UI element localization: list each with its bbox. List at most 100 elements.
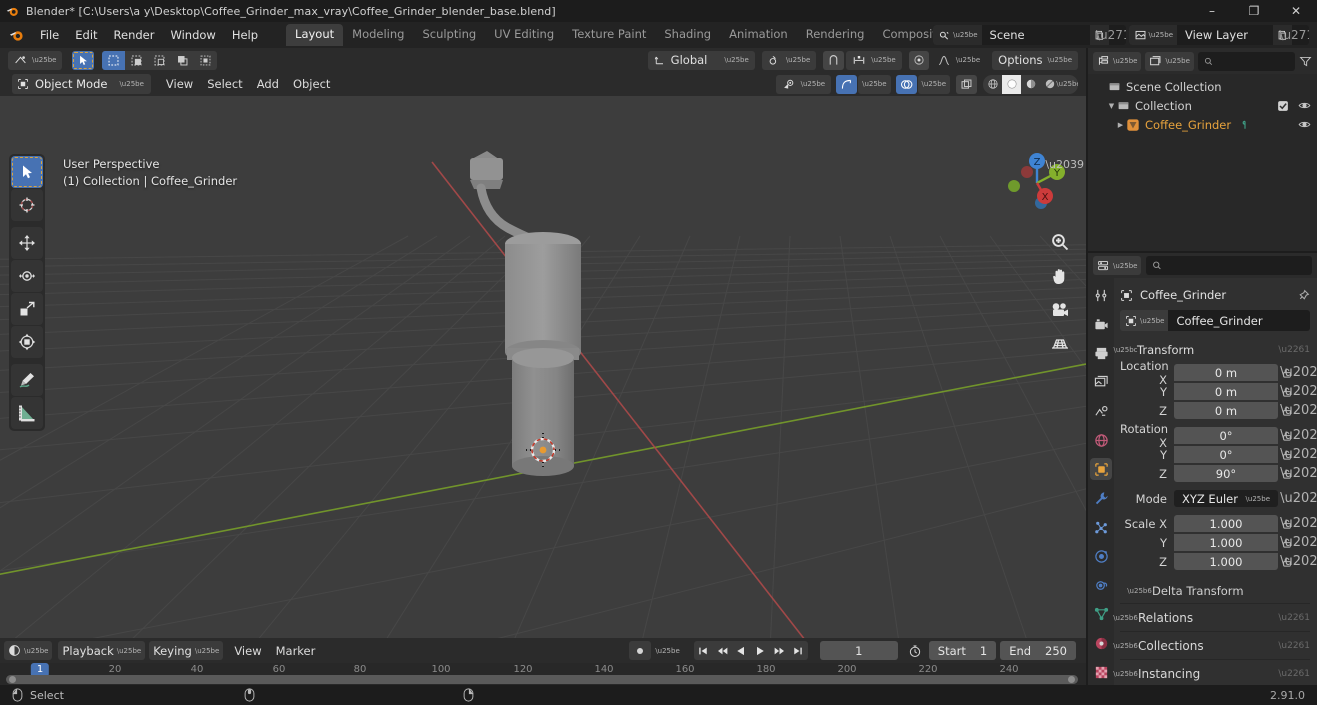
- scale-y-row[interactable]: Y 1.000 \u2022: [1120, 533, 1317, 552]
- properties-editor-type-selector[interactable]: \u25be: [1093, 256, 1142, 275]
- pin-icon[interactable]: [1297, 289, 1310, 302]
- tab-sculpting[interactable]: Sculpting: [413, 24, 485, 47]
- editor-type-selector[interactable]: \u25be: [8, 50, 63, 70]
- outliner-row-coffee-grinder[interactable]: ▶ Coffee_Grinder: [1088, 115, 1317, 134]
- tab-layout[interactable]: Layout: [286, 23, 344, 47]
- animate-property-dot[interactable]: \u2022: [1280, 536, 1317, 549]
- animate-property-dot[interactable]: \u2022: [1280, 404, 1317, 417]
- outliner-display-mode-selector[interactable]: \u25be: [1145, 51, 1194, 71]
- location-x-row[interactable]: Location X 0 m \u2022: [1120, 359, 1317, 387]
- rotate-tool-icon[interactable]: [11, 260, 43, 292]
- modifier-wrench-icon[interactable]: [1090, 487, 1112, 509]
- material-icon[interactable]: [1090, 632, 1112, 654]
- world-icon[interactable]: [1090, 429, 1112, 451]
- maximize-button[interactable]: ❐: [1233, 0, 1275, 22]
- render-icon[interactable]: [1090, 313, 1112, 335]
- relations-panel-header[interactable]: \u25b6 Relations \u2261: [1113, 606, 1310, 629]
- properties-search-box[interactable]: [1146, 256, 1312, 275]
- select-intersect-icon[interactable]: [194, 51, 217, 70]
- snap-to-selector[interactable]: \u25be: [846, 50, 902, 70]
- overlay-options-selector[interactable]: \u25be: [917, 74, 950, 94]
- gizmo-options-selector[interactable]: \u25be: [858, 74, 891, 94]
- outliner-editor-type-selector[interactable]: \u25be: [1093, 51, 1142, 71]
- scale-x-row[interactable]: Scale X 1.000 \u2022: [1120, 514, 1317, 533]
- viewport-menu-add[interactable]: Add: [250, 74, 286, 94]
- gizmo-toggle-button[interactable]: [836, 74, 858, 94]
- view-layer-icon[interactable]: [1090, 371, 1112, 393]
- transform-tool-icon[interactable]: [11, 326, 43, 358]
- view-layer-selector[interactable]: \u25be View Layer \u2715: [1128, 25, 1309, 45]
- blender-logo-icon[interactable]: [9, 28, 24, 43]
- delta-transform-subpanel[interactable]: \u25b6 Delta Transform: [1120, 581, 1310, 601]
- tool-icon[interactable]: [1090, 284, 1112, 306]
- object-data-icon[interactable]: [1090, 603, 1112, 625]
- scale-z-row[interactable]: Z 1.000 \u2022: [1120, 552, 1317, 571]
- transform-panel-header[interactable]: \u25bc Transform \u2261: [1114, 339, 1311, 360]
- end-frame-field[interactable]: End 250: [1000, 641, 1076, 660]
- animate-property-dot[interactable]: \u2022: [1280, 555, 1317, 568]
- pan-hand-icon[interactable]: [1047, 263, 1073, 289]
- select-invert-icon[interactable]: [171, 51, 194, 70]
- viewport-menu-object[interactable]: Object: [286, 74, 337, 94]
- keying-menu[interactable]: Keying \u25be: [149, 641, 224, 660]
- auto-keying-options[interactable]: \u25be: [651, 641, 683, 660]
- transform-orientation-selector[interactable]: Global \u25be: [647, 50, 755, 70]
- object-name-input[interactable]: Coffee_Grinder: [1168, 310, 1310, 331]
- timeline-ruler[interactable]: 1 20 40 60 80 100 120 140 160 180 200 22…: [0, 663, 1086, 685]
- cursor-tool-icon[interactable]: [11, 189, 43, 221]
- tab-shading[interactable]: Shading: [655, 24, 720, 47]
- tab-modeling[interactable]: Modeling: [343, 24, 413, 47]
- play-reverse-icon[interactable]: [732, 641, 751, 660]
- particles-icon[interactable]: [1090, 516, 1112, 538]
- close-button[interactable]: ✕: [1275, 0, 1317, 22]
- outliner-search-input[interactable]: [1218, 54, 1289, 68]
- shading-wireframe-icon[interactable]: [983, 75, 1002, 94]
- constraints-icon[interactable]: [1090, 574, 1112, 596]
- remove-view-layer-button[interactable]: \u2715: [1279, 25, 1309, 45]
- minimize-button[interactable]: –: [1191, 0, 1233, 22]
- select-extend-icon[interactable]: [125, 51, 148, 70]
- rotation-mode-dropdown[interactable]: XYZ Euler \u25be: [1174, 489, 1278, 508]
- physics-icon[interactable]: [1090, 545, 1112, 567]
- collections-panel-header[interactable]: \u25b6 Collections \u2261: [1113, 634, 1310, 657]
- eye-icon[interactable]: [1298, 118, 1311, 131]
- snap-magnet-icon[interactable]: [823, 50, 845, 70]
- animate-property-dot[interactable]: \u2022: [1280, 448, 1317, 461]
- proportional-falloff-selector[interactable]: \u25be: [931, 51, 986, 70]
- annotate-tool-icon[interactable]: [11, 364, 43, 396]
- outliner-search-box[interactable]: [1197, 51, 1295, 71]
- shading-material-preview-icon[interactable]: [1021, 75, 1040, 94]
- jump-to-end-icon[interactable]: [789, 641, 808, 660]
- ortho-grid-icon[interactable]: [1047, 331, 1073, 357]
- tab-rendering[interactable]: Rendering: [797, 24, 874, 47]
- mesh-data-icon[interactable]: [1239, 119, 1251, 131]
- select-box-tool-icon[interactable]: [11, 156, 43, 188]
- timeline-scrollbar[interactable]: [6, 675, 1078, 684]
- menu-edit[interactable]: Edit: [67, 25, 105, 45]
- scale-y-value[interactable]: 1.000: [1174, 533, 1278, 552]
- next-keyframe-icon[interactable]: [770, 641, 789, 660]
- menu-help[interactable]: Help: [224, 25, 266, 45]
- scale-z-value[interactable]: 1.000: [1174, 552, 1278, 571]
- location-z-row[interactable]: Z 0 m \u2022: [1120, 401, 1317, 420]
- select-set-icon[interactable]: [102, 50, 126, 70]
- object-icon[interactable]: [1090, 458, 1112, 480]
- eye-icon[interactable]: [1298, 99, 1311, 112]
- overlays-toggle-button[interactable]: [895, 74, 917, 94]
- proportional-edit-icon[interactable]: [908, 50, 929, 70]
- location-x-value[interactable]: 0 m: [1174, 363, 1278, 382]
- visibility-selector[interactable]: \u25be: [775, 74, 832, 94]
- animate-property-dot[interactable]: \u2022: [1280, 429, 1317, 442]
- menu-file[interactable]: File: [32, 25, 67, 45]
- viewport-menu-view[interactable]: View: [159, 74, 200, 94]
- playback-menu[interactable]: Playback \u25be: [58, 641, 146, 660]
- properties-search-input[interactable]: [1167, 259, 1306, 272]
- scrollbar-right-handle[interactable]: [1068, 676, 1075, 683]
- move-tool-icon[interactable]: [11, 227, 43, 259]
- object-mode-selector[interactable]: Object Mode \u25be: [12, 74, 151, 94]
- viewport-options-button[interactable]: Options \u25be: [992, 50, 1078, 70]
- expand-arrow-icon[interactable]: ▶: [1115, 121, 1126, 129]
- scene-icon[interactable]: [1090, 400, 1112, 422]
- animate-property-dot[interactable]: \u2022: [1280, 385, 1317, 398]
- camera-view-icon[interactable]: [1047, 297, 1073, 323]
